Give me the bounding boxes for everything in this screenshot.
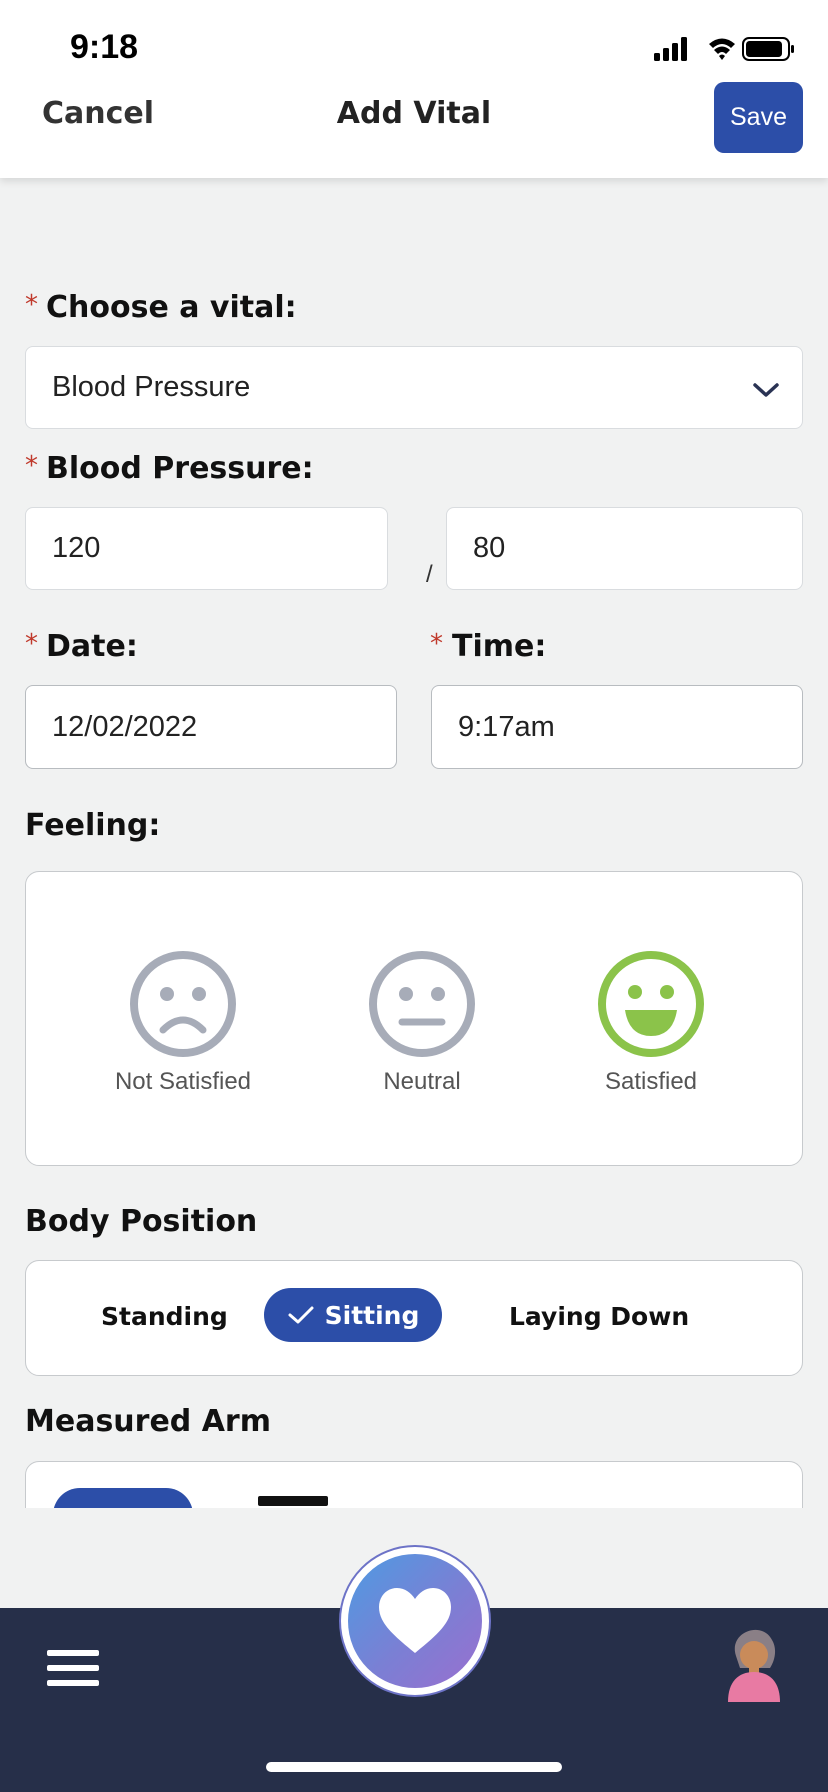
- save-button[interactable]: Save: [714, 82, 803, 153]
- time-value: 9:17am: [458, 710, 555, 743]
- body-position-laying-down[interactable]: Laying Down: [509, 1302, 689, 1331]
- cancel-button[interactable]: Cancel: [42, 96, 154, 131]
- body-position-sitting[interactable]: Sitting: [264, 1288, 442, 1342]
- top-navigation-header: 9:18 Cancel Add Vital Save: [0, 0, 828, 178]
- happy-face-icon: [598, 951, 704, 1057]
- measured-arm-selected-pill[interactable]: [53, 1488, 193, 1508]
- date-input[interactable]: 12/02/2022: [25, 685, 397, 769]
- date-value: 12/02/2022: [52, 710, 198, 743]
- body-position-label: Body Position: [25, 1204, 258, 1239]
- required-marker: *: [25, 290, 38, 320]
- systolic-value: 120: [52, 532, 101, 564]
- feeling-option-satisfied[interactable]: Satisfied: [571, 950, 731, 1096]
- avatar-icon[interactable]: [722, 1622, 786, 1708]
- feeling-option-label: Not Satisfied: [114, 1068, 252, 1095]
- vital-select[interactable]: Blood Pressure: [25, 346, 803, 429]
- vital-select-value: Blood Pressure: [52, 371, 251, 403]
- body-position-sitting-label: Sitting: [324, 1300, 420, 1330]
- check-icon: [288, 1306, 314, 1324]
- battery-icon: [742, 37, 794, 61]
- sad-face-icon: [130, 951, 236, 1057]
- measured-arm-option-partial[interactable]: [258, 1496, 328, 1506]
- bp-separator: /: [426, 561, 433, 588]
- feeling-label: Feeling:: [25, 808, 161, 843]
- body-position-standing[interactable]: Standing: [101, 1302, 228, 1331]
- feeling-option-label: Neutral: [383, 1068, 461, 1095]
- date-label: Date:: [46, 629, 138, 664]
- required-marker: *: [430, 629, 443, 659]
- fab-gradient: [348, 1554, 482, 1688]
- status-bar-icons: [648, 34, 798, 64]
- status-bar-time: 9:18: [70, 28, 139, 66]
- cellular-signal-icon: [654, 37, 687, 61]
- chevron-down-icon: [752, 375, 780, 408]
- add-vital-fab[interactable]: [339, 1545, 491, 1697]
- required-marker: *: [25, 629, 38, 659]
- measured-arm-label: Measured Arm: [25, 1404, 271, 1439]
- blood-pressure-label: Blood Pressure:: [46, 451, 314, 486]
- systolic-input[interactable]: 120: [25, 507, 388, 590]
- feeling-option-not-satisfied[interactable]: Not Satisfied: [103, 950, 263, 1096]
- hamburger-menu-icon[interactable]: [47, 1648, 99, 1692]
- diastolic-value: 80: [473, 532, 506, 564]
- wifi-icon: [709, 38, 735, 60]
- time-label: Time:: [452, 629, 547, 664]
- diastolic-input[interactable]: 80: [446, 507, 803, 590]
- feeling-option-label: Satisfied: [604, 1068, 698, 1095]
- required-marker: *: [25, 451, 38, 481]
- add-vital-form: * Choose a vital: Blood Pressure * Blood…: [0, 178, 828, 1508]
- home-indicator[interactable]: [266, 1762, 562, 1772]
- heart-icon: [379, 1588, 451, 1653]
- time-input[interactable]: 9:17am: [431, 685, 803, 769]
- choose-vital-label: Choose a vital:: [46, 290, 297, 325]
- feeling-option-neutral[interactable]: Neutral: [342, 950, 502, 1096]
- neutral-face-icon: [369, 951, 475, 1057]
